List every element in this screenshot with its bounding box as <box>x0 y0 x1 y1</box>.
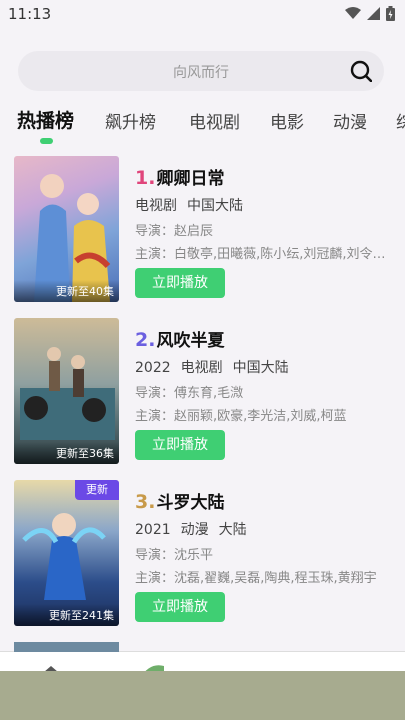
play-now-button[interactable]: 立即播放 <box>135 592 225 622</box>
tab-movie[interactable]: 电影 <box>270 108 304 133</box>
director-line: 导演：傅东育,毛溦 <box>135 386 244 401</box>
meta-type: 电视剧 <box>135 198 177 214</box>
title-text: 风吹半夏 <box>156 331 225 351</box>
search-placeholder: 向风而行 <box>173 65 229 81</box>
bottom-overlay <box>0 671 405 720</box>
status-icons <box>345 6 395 21</box>
poster-image[interactable]: 更新 更新至241集 <box>14 480 119 626</box>
poster-image[interactable]: 更新至40集 <box>14 156 119 302</box>
title-text: 卿卿日常 <box>156 169 225 189</box>
episode-label: 更新至40集 <box>14 280 119 302</box>
tab-indicator <box>40 138 53 144</box>
meta-year: 2022 <box>135 360 171 376</box>
signal-icon <box>367 7 380 20</box>
meta-type: 动漫 <box>180 522 209 538</box>
play-now-button[interactable]: 立即播放 <box>135 268 225 298</box>
list-item[interactable]: 更新 更新至241集 3.斗罗大陆 2021 动漫 大陆 导演：沈乐平 主演：沈磊,… <box>0 480 405 630</box>
meta-year: 2021 <box>135 522 171 538</box>
next-poster-peek <box>14 642 119 652</box>
status-bar: 11:13 <box>0 0 405 30</box>
play-now-button[interactable]: 立即播放 <box>135 430 225 460</box>
update-badge: 更新 <box>75 480 119 500</box>
meta-region: 大陆 <box>218 522 247 538</box>
tab-variety[interactable]: 综 <box>396 108 405 133</box>
rank-number: 3. <box>135 491 156 513</box>
director-line: 导演：赵启辰 <box>135 224 214 239</box>
rank-number: 1. <box>135 167 156 189</box>
status-time: 11:13 <box>8 5 52 23</box>
wifi-icon <box>345 7 361 19</box>
item-title: 2.风吹半夏 <box>135 326 224 351</box>
item-meta: 2021 动漫 大陆 <box>135 519 257 539</box>
battery-icon <box>386 6 395 21</box>
list-item[interactable]: 更新至40集 1.卿卿日常 电视剧 中国大陆 导演：赵启辰 主演：白敬亭,田曦薇,… <box>0 156 405 306</box>
category-tabs: 热播榜 飙升榜 电视剧 电影 动漫 综 <box>0 104 405 144</box>
tab-hot[interactable]: 热播榜 <box>17 106 74 133</box>
cast-line: 主演：白敬亭,田曦薇,陈小纭,刘冠麟,刘令… <box>135 247 386 262</box>
rank-number: 2. <box>135 329 156 351</box>
cast-line: 主演：赵丽颖,欧豪,李光洁,刘威,柯蓝 <box>135 409 347 424</box>
episode-label: 更新至36集 <box>14 442 119 464</box>
item-title: 3.斗罗大陆 <box>135 488 224 513</box>
search-bar[interactable]: 向风而行 <box>18 51 384 91</box>
tab-tv[interactable]: 电视剧 <box>189 108 240 133</box>
meta-type: 电视剧 <box>180 360 223 376</box>
episode-label: 更新至241集 <box>14 604 119 626</box>
director-line: 导演：沈乐平 <box>135 548 214 563</box>
cast-line: 主演：沈磊,翟巍,吴磊,陶典,程玉珠,黄翔宇 <box>135 571 377 586</box>
title-text: 斗罗大陆 <box>156 493 225 513</box>
tab-rising[interactable]: 飙升榜 <box>105 108 156 133</box>
meta-region: 中国大陆 <box>187 198 243 214</box>
meta-region: 中国大陆 <box>232 360 289 376</box>
poster-image[interactable]: 更新至36集 <box>14 318 119 464</box>
item-meta: 电视剧 中国大陆 <box>135 195 253 215</box>
item-title: 1.卿卿日常 <box>135 164 224 189</box>
item-meta: 2022 电视剧 中国大陆 <box>135 357 299 377</box>
tab-anime[interactable]: 动漫 <box>333 108 367 133</box>
list-item[interactable]: 更新至36集 2.风吹半夏 2022 电视剧 中国大陆 导演：傅东育,毛溦 主演：赵… <box>0 318 405 468</box>
search-icon[interactable] <box>350 60 372 82</box>
